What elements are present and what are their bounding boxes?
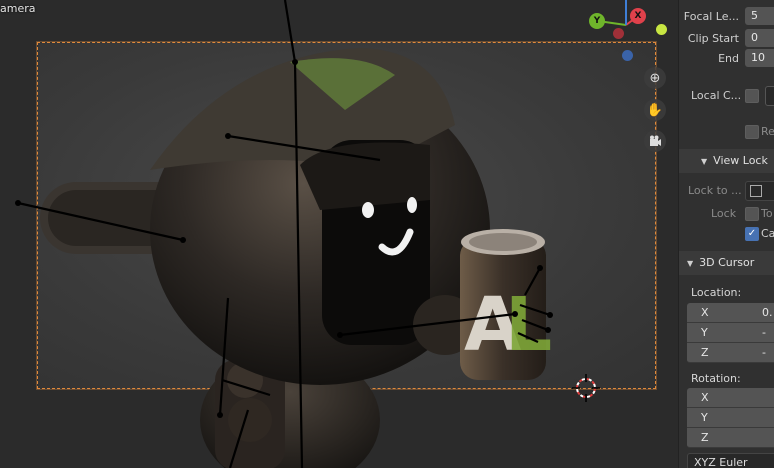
svg-text:L: L — [505, 282, 552, 368]
3d-viewport[interactable]: A L amera Y X ⊕ ✋ — [0, 0, 678, 468]
3d-cursor-icon[interactable] — [572, 374, 600, 402]
view-lock-panel-header[interactable]: ▼ View Lock — [679, 149, 774, 173]
camera-to-view-checkbox[interactable]: ✓ — [745, 227, 759, 241]
lock-label: Lock — [711, 207, 737, 220]
focal-length-label: Focal Le... — [683, 10, 739, 23]
local-camera-checkbox[interactable] — [745, 89, 759, 103]
render-region-checkbox[interactable] — [745, 125, 759, 139]
gizmo-neg-z-axis[interactable] — [622, 50, 633, 61]
location-x-field[interactable]: X 0. — [687, 303, 774, 323]
focal-length-field[interactable]: 5 — [745, 7, 774, 25]
location-y-field[interactable]: Y- — [687, 323, 774, 343]
zoom-icon[interactable]: ⊕ — [644, 67, 666, 89]
gizmo-x-axis[interactable]: X — [630, 8, 646, 24]
clip-start-field[interactable]: 0 — [745, 29, 774, 47]
gizmo-neg-x-axis[interactable] — [613, 28, 624, 39]
hand-pan-icon[interactable]: ✋ — [644, 99, 666, 121]
collapse-triangle-icon: ▼ — [687, 259, 694, 268]
3d-cursor-title: 3D Cursor — [699, 256, 755, 269]
lock-to-cursor-checkbox[interactable] — [745, 207, 759, 221]
rotation-y-field[interactable]: Y — [687, 408, 774, 428]
scene-render: A L — [15, 0, 639, 468]
rotation-z-field[interactable]: Z — [687, 428, 774, 448]
camera-view-icon[interactable] — [644, 130, 666, 152]
clip-end-label: End — [718, 52, 739, 65]
clip-end-field[interactable]: 10 — [745, 49, 774, 67]
lock-to-object-field[interactable] — [745, 181, 774, 201]
collapse-triangle-icon: ▼ — [701, 157, 708, 166]
rotation-label: Rotation: — [691, 372, 741, 385]
gizmo-neg-y-axis[interactable] — [654, 22, 669, 37]
gizmo-y-axis[interactable]: Y — [589, 13, 605, 29]
local-camera-label: Local C... — [691, 89, 742, 102]
lock-object-icon — [750, 185, 762, 197]
render-region-label: Re — [761, 125, 774, 138]
camera-to-view-label: Ca — [761, 227, 774, 240]
view-lock-title: View Lock — [713, 154, 768, 167]
lock-to-cursor-label: To — [761, 207, 773, 220]
rotation-x-field[interactable]: X — [687, 388, 774, 408]
rotation-mode-select[interactable]: XYZ Euler — [687, 453, 774, 468]
location-label: Location: — [691, 286, 742, 299]
clip-start-label: Clip Start — [687, 32, 739, 45]
3d-cursor-panel-header[interactable]: ▼ 3D Cursor — [679, 251, 774, 275]
lock-to-object-label: Lock to ... — [688, 184, 742, 197]
properties-sidebar: Focal Le... 5 Clip Start 0 End 10 Local … — [678, 0, 774, 468]
local-camera-picker[interactable] — [765, 86, 774, 106]
location-z-field[interactable]: Z- — [687, 343, 774, 363]
viewport-camera-label: amera — [0, 2, 36, 15]
